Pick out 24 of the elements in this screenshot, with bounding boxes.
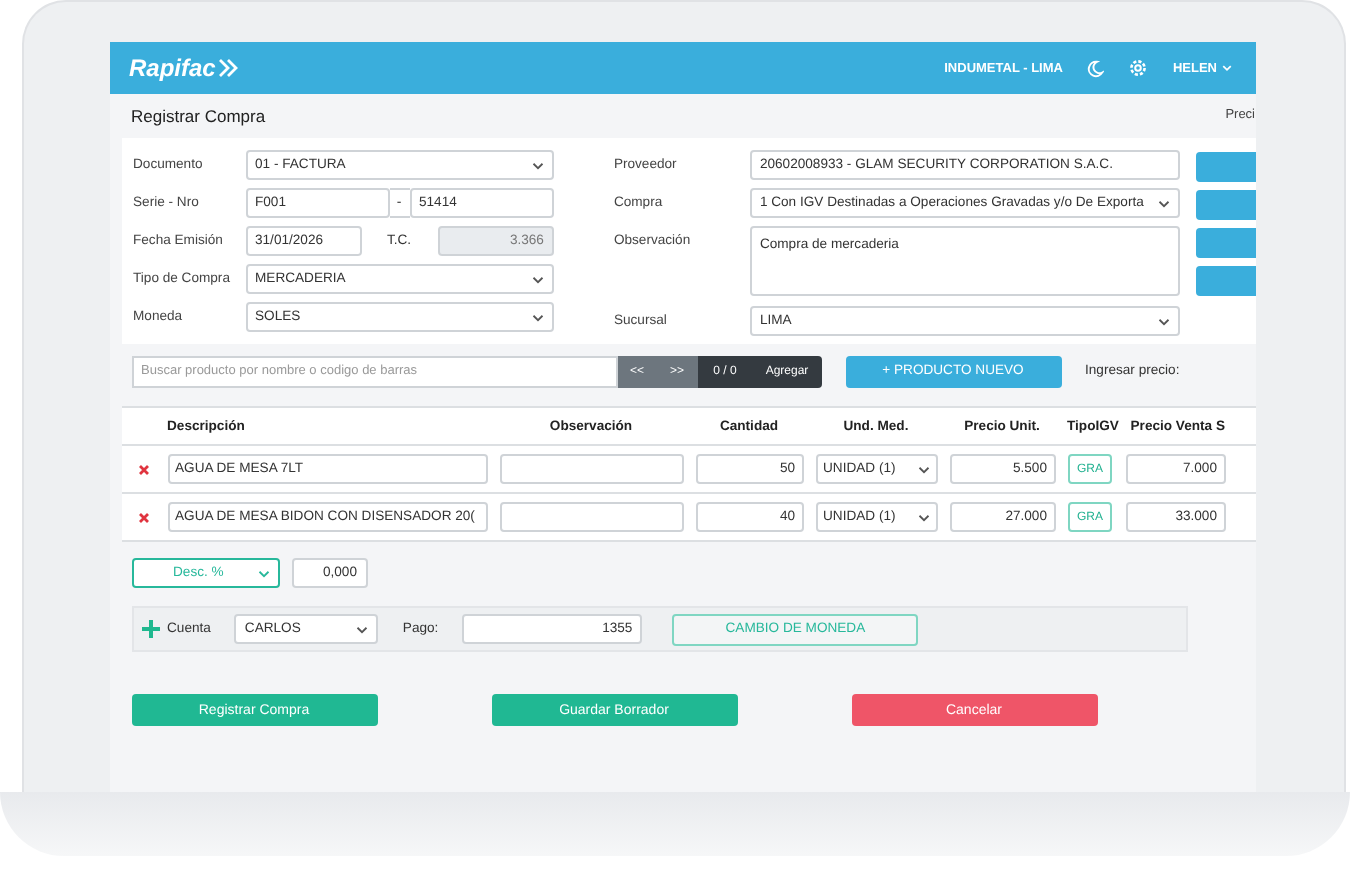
blank-button[interactable]: [1195, 266, 1255, 296]
chevron-down-icon: [356, 625, 369, 633]
chevron-down-icon: [917, 465, 929, 473]
moon-icon[interactable]: [1086, 59, 1105, 77]
chevron-down-icon: [1221, 64, 1231, 72]
chevron-down-icon: [531, 313, 544, 321]
chevron-down-icon: [917, 513, 929, 521]
delete-icon[interactable]: [137, 511, 149, 523]
settings-icon[interactable]: [1128, 58, 1149, 78]
chevron-down-icon: [531, 161, 544, 169]
logo-text: Rapifac: [129, 54, 216, 82]
delete-icon[interactable]: [137, 463, 149, 475]
blank-button[interactable]: [1195, 190, 1255, 220]
chevron-down-icon: [1157, 317, 1169, 325]
input-field[interactable]: [499, 502, 683, 532]
input-field[interactable]: [499, 454, 683, 484]
blank-button[interactable]: [1195, 152, 1255, 182]
chevron-down-icon: [257, 569, 269, 577]
chevron-down-icon: [531, 275, 544, 283]
page-title: Registrar Compra: [131, 105, 266, 125]
blank-button[interactable]: [1195, 228, 1255, 258]
plus-icon[interactable]: [141, 620, 159, 638]
chevron-down-icon: [1157, 199, 1169, 207]
chevrons-icon: [217, 58, 238, 78]
